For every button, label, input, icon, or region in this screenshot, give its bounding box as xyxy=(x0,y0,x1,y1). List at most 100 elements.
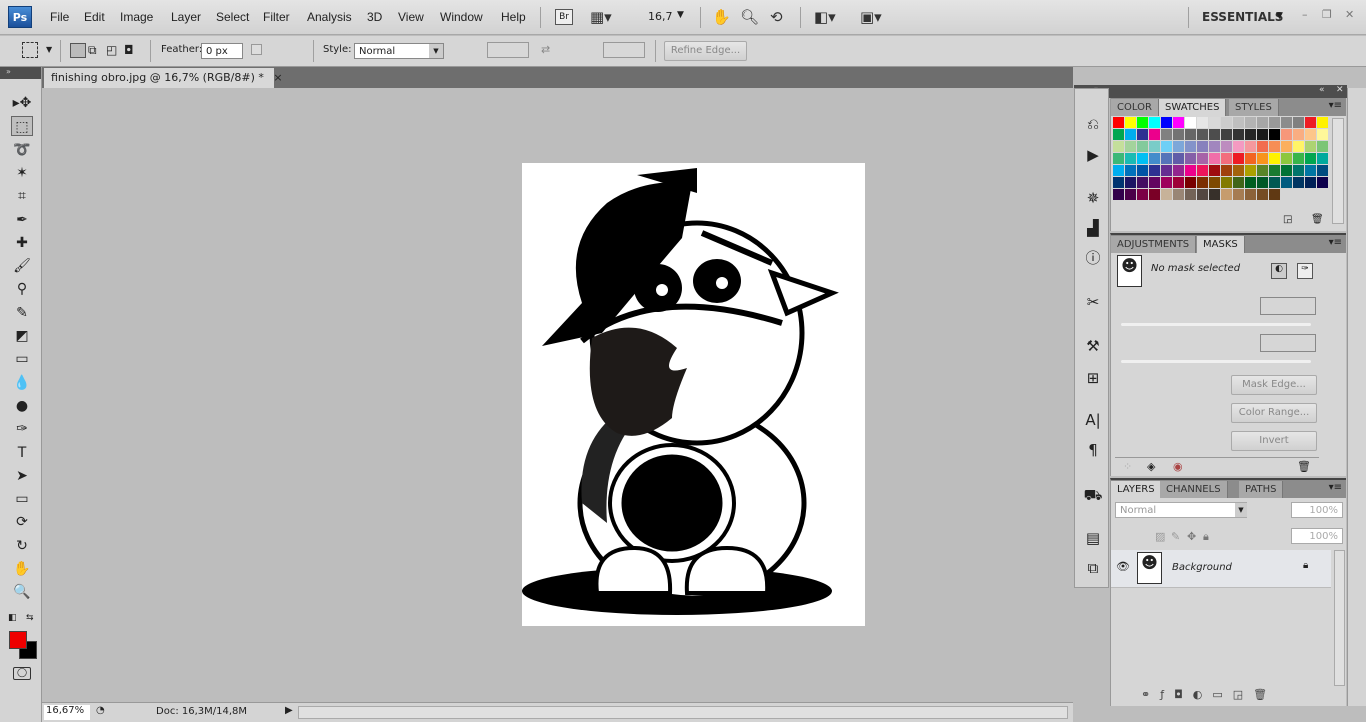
tab-swatches[interactable]: SWATCHES xyxy=(1159,99,1227,116)
swatch[interactable] xyxy=(1173,165,1184,176)
swatch[interactable] xyxy=(1113,153,1124,164)
swatch[interactable] xyxy=(1269,153,1280,164)
swatch[interactable] xyxy=(1197,129,1208,140)
swatch[interactable] xyxy=(1113,177,1124,188)
info-icon[interactable]: ⓘ xyxy=(1082,247,1104,269)
notes-icon[interactable]: ▤ xyxy=(1082,527,1104,549)
swatch[interactable] xyxy=(1125,177,1136,188)
type-tool[interactable]: T xyxy=(11,443,33,463)
swatch[interactable] xyxy=(1281,153,1292,164)
feather-slider[interactable] xyxy=(1121,360,1311,363)
swatch[interactable] xyxy=(1149,165,1160,176)
swatch[interactable] xyxy=(1221,165,1232,176)
swatch[interactable] xyxy=(1137,141,1148,152)
default-colors-icon[interactable]: ◧ xyxy=(8,613,17,623)
swatch[interactable] xyxy=(1113,165,1124,176)
histogram-icon[interactable]: ▟ xyxy=(1082,217,1104,239)
swatch[interactable] xyxy=(1149,129,1160,140)
navigator-icon[interactable]: ✵ xyxy=(1082,187,1104,209)
swatch[interactable] xyxy=(1197,117,1208,128)
move-tool[interactable]: ▸✥ xyxy=(11,93,33,113)
blur-tool[interactable]: 💧 xyxy=(11,373,33,393)
swatch[interactable] xyxy=(1233,153,1244,164)
swatch[interactable] xyxy=(1209,141,1220,152)
swatch[interactable] xyxy=(1137,153,1148,164)
swatch[interactable] xyxy=(1305,117,1316,128)
actions-icon[interactable]: ▶ xyxy=(1082,144,1104,166)
swatch[interactable] xyxy=(1317,165,1328,176)
swatch[interactable] xyxy=(1209,153,1220,164)
brush-tool[interactable]: 🖌 xyxy=(11,256,33,276)
menu-select[interactable]: Select xyxy=(216,10,249,24)
healing-brush-tool[interactable]: ✚ xyxy=(11,233,33,253)
clone-source-icon[interactable]: ⊞ xyxy=(1082,367,1104,389)
swatch[interactable] xyxy=(1137,129,1148,140)
rotate-view-icon[interactable]: ⟲ xyxy=(770,8,783,26)
lock-transparency-icon[interactable]: ▨ xyxy=(1155,530,1165,543)
swatch[interactable] xyxy=(1209,189,1220,200)
close-tab-icon[interactable]: × xyxy=(273,71,282,84)
menu-filter[interactable]: Filter xyxy=(263,10,290,24)
swatch[interactable] xyxy=(1293,177,1304,188)
feather-input[interactable]: 0 px xyxy=(201,43,243,59)
swatch[interactable] xyxy=(1161,177,1172,188)
new-selection-icon[interactable] xyxy=(70,43,86,58)
close-button[interactable]: ✕ xyxy=(1345,8,1354,21)
dodge-tool[interactable]: ● xyxy=(11,396,33,416)
vector-mask-icon[interactable]: ✑ xyxy=(1297,263,1313,279)
blend-mode-select[interactable]: Normal xyxy=(1115,502,1247,518)
swatch[interactable] xyxy=(1245,129,1256,140)
color-range-button[interactable]: Color Range... xyxy=(1231,403,1317,423)
load-selection-icon[interactable]: ⁘ xyxy=(1123,460,1132,473)
swatch[interactable] xyxy=(1185,153,1196,164)
menu-3d[interactable]: 3D xyxy=(367,10,382,24)
swatch[interactable] xyxy=(1125,141,1136,152)
swatch[interactable] xyxy=(1197,153,1208,164)
swatch[interactable] xyxy=(1185,165,1196,176)
fill-input[interactable]: 100% xyxy=(1291,528,1343,544)
brushes-icon[interactable]: ✂ xyxy=(1082,291,1104,313)
swatch[interactable] xyxy=(1305,129,1316,140)
swatch[interactable] xyxy=(1233,129,1244,140)
lock-position-icon[interactable]: ✥ xyxy=(1187,530,1196,543)
mask-edge-button[interactable]: Mask Edge... xyxy=(1231,375,1317,395)
tab-masks[interactable]: MASKS xyxy=(1197,236,1245,253)
collapse-icon[interactable]: » xyxy=(0,67,41,79)
dock-scrollbar[interactable] xyxy=(1347,88,1366,706)
foreground-color-swatch[interactable] xyxy=(9,631,27,649)
panel-menu-icon[interactable]: ▾≡ xyxy=(1329,237,1342,248)
swatch[interactable] xyxy=(1221,141,1232,152)
horizontal-scrollbar[interactable] xyxy=(298,706,1068,719)
swatch[interactable] xyxy=(1197,189,1208,200)
swatch[interactable] xyxy=(1137,165,1148,176)
chevron-down-icon[interactable]: ▼ xyxy=(677,10,684,20)
swatch[interactable] xyxy=(1317,117,1328,128)
quick-mask-icon[interactable]: ◯ xyxy=(13,667,31,680)
swatch[interactable] xyxy=(1257,117,1268,128)
marquee-preset-icon[interactable] xyxy=(22,42,38,58)
feather-field[interactable] xyxy=(1260,334,1316,352)
tab-channels[interactable]: CHANNELS xyxy=(1160,481,1228,498)
hand-icon[interactable]: ✋ xyxy=(712,8,731,26)
rectangular-marquee-tool[interactable]: ⬚ xyxy=(11,116,33,137)
swatch[interactable] xyxy=(1137,189,1148,200)
swatch[interactable] xyxy=(1173,177,1184,188)
swatch[interactable] xyxy=(1245,117,1256,128)
swatch[interactable] xyxy=(1185,141,1196,152)
trash-icon[interactable]: 🗑︎ xyxy=(1297,460,1311,473)
swatch[interactable] xyxy=(1245,153,1256,164)
swatch[interactable] xyxy=(1293,141,1304,152)
swatch[interactable] xyxy=(1161,129,1172,140)
tab-color[interactable]: COLOR xyxy=(1111,99,1159,116)
history-brush-tool[interactable]: ✎ xyxy=(11,303,33,323)
swatch[interactable] xyxy=(1305,165,1316,176)
tool-presets-icon[interactable]: ⚒ xyxy=(1082,335,1104,357)
swatch[interactable] xyxy=(1113,189,1124,200)
swatch[interactable] xyxy=(1173,117,1184,128)
3d-orbit-tool[interactable]: ↻ xyxy=(11,536,33,556)
swatch[interactable] xyxy=(1209,177,1220,188)
swatch[interactable] xyxy=(1149,141,1160,152)
swatch[interactable] xyxy=(1221,189,1232,200)
swatch[interactable] xyxy=(1185,129,1196,140)
arrange-documents-icon[interactable]: ◧▾ xyxy=(814,8,836,26)
